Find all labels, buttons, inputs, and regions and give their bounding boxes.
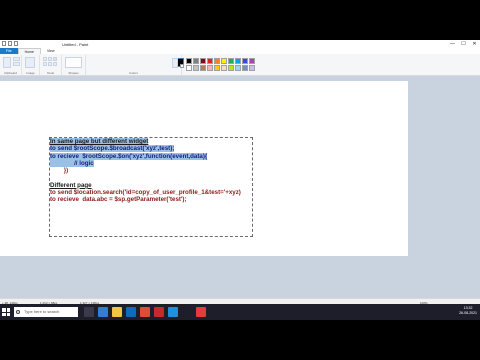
text-line: to send $rootScope.$broadcast('xyz',test…: [50, 145, 241, 153]
palette-swatch[interactable]: [200, 58, 206, 64]
magnifier-icon[interactable]: [53, 62, 57, 66]
palette-swatch[interactable]: [242, 58, 248, 64]
edge-icon[interactable]: [98, 307, 108, 317]
search-placeholder: Type here to search: [24, 309, 60, 314]
mail-icon[interactable]: [168, 307, 178, 317]
palette-swatch[interactable]: [235, 65, 241, 71]
maximize-button[interactable]: ☐: [458, 40, 469, 48]
text-line-content: }): [50, 167, 69, 175]
palette-swatch[interactable]: [207, 65, 213, 71]
window-controls: — ☐ ✕: [447, 40, 480, 48]
clock[interactable]: 13:32 26-08-2021: [459, 306, 477, 316]
title-bar: Untitled - Paint — ☐ ✕: [0, 40, 480, 48]
image-group: Image: [22, 55, 40, 75]
color-picker-icon[interactable]: [48, 62, 52, 66]
text-line-content: Different page: [50, 181, 92, 189]
window-title: Untitled - Paint: [62, 41, 89, 47]
text-line: Different page: [50, 182, 241, 189]
close-button[interactable]: ✕: [469, 40, 480, 48]
copy-button[interactable]: [13, 62, 20, 66]
tools-group: Tools: [40, 55, 62, 75]
text-line: In same page but different widget: [50, 138, 241, 145]
taskbar-search[interactable]: Type here to search: [14, 307, 78, 317]
chrome-icon[interactable]: [140, 307, 150, 317]
color-2-swatch[interactable]: [180, 64, 184, 68]
text-line: to recieve data.abc = $sp.getParameter('…: [50, 196, 241, 203]
text-line: to recieve $rootScope.$on('xyz',function…: [50, 152, 241, 160]
screen: Untitled - Paint — ☐ ✕ File Home View Cl…: [0, 40, 480, 320]
text-line-content: to send $location.search('id=copy_of_use…: [50, 189, 241, 197]
drawing-canvas[interactable]: In same page but different widget to send…: [0, 81, 408, 256]
text-line: }): [50, 167, 241, 174]
text-line-content: to send $rootScope.$broadcast('xyz',test…: [50, 145, 175, 153]
windows-start-icon[interactable]: [2, 308, 10, 316]
palette-swatch[interactable]: [207, 58, 213, 64]
text-line: to send $location.search('id=copy_of_use…: [50, 189, 241, 196]
minimize-button[interactable]: —: [447, 40, 458, 48]
text-icon[interactable]: [53, 57, 57, 61]
text-line: // logic: [50, 159, 241, 167]
palette-swatch[interactable]: [186, 58, 192, 64]
palette-swatch[interactable]: [193, 65, 199, 71]
palette-swatch[interactable]: [221, 58, 227, 64]
clipboard-label: Clipboard: [4, 71, 17, 75]
save-icon[interactable]: [2, 41, 6, 46]
text-line-content: to recieve data.abc = $sp.getParameter('…: [50, 196, 187, 204]
colors-group: Colors: [86, 55, 255, 75]
tools-label: Tools: [46, 71, 54, 75]
palette-swatch[interactable]: [193, 58, 199, 64]
taskbar: Type here to search 13:32 26-08-2021: [0, 304, 480, 320]
clock-date: 26-08-2021: [459, 311, 477, 315]
palette-swatch[interactable]: [214, 65, 220, 71]
store-icon[interactable]: [126, 307, 136, 317]
palette-swatch[interactable]: [228, 65, 234, 71]
cut-button[interactable]: [13, 57, 20, 61]
palette-swatch[interactable]: [221, 65, 227, 71]
shapes-gallery[interactable]: [65, 57, 82, 68]
paste-button[interactable]: [3, 57, 11, 68]
image-label: Image: [26, 71, 35, 75]
clipboard-group: Clipboard: [0, 55, 22, 75]
palette-swatch[interactable]: [200, 65, 206, 71]
shapes-group: Shapes: [62, 55, 86, 75]
quick-access-toolbar: [2, 41, 18, 46]
color-palette: [186, 58, 255, 71]
text-line-content: // logic: [50, 159, 94, 167]
palette-swatch[interactable]: [249, 65, 255, 71]
palette-swatch[interactable]: [186, 65, 192, 71]
colors-label: Colors: [129, 71, 138, 75]
app-icon[interactable]: [154, 307, 164, 317]
undo-icon[interactable]: [8, 41, 12, 46]
select-button[interactable]: [25, 57, 35, 68]
redo-icon[interactable]: [14, 41, 18, 46]
text-line-content: In same page but different widget: [50, 138, 149, 145]
text-content: In same page but different widget to send…: [50, 138, 241, 204]
palette-swatch[interactable]: [214, 58, 220, 64]
eraser-icon[interactable]: [43, 62, 47, 66]
pencil-icon[interactable]: [43, 57, 47, 61]
paint-taskbar-icon[interactable]: [196, 307, 206, 317]
text-line: [50, 174, 241, 181]
fill-icon[interactable]: [48, 57, 52, 61]
palette-swatch[interactable]: [235, 58, 241, 64]
edit-colors-button[interactable]: [172, 58, 178, 68]
shapes-label: Shapes: [68, 71, 79, 75]
palette-swatch[interactable]: [242, 65, 248, 71]
palette-swatch[interactable]: [249, 58, 255, 64]
task-view-icon[interactable]: [84, 307, 94, 317]
palette-swatch[interactable]: [228, 58, 234, 64]
text-line-content: to recieve $rootScope.$on('xyz',function…: [50, 152, 208, 160]
file-explorer-icon[interactable]: [112, 307, 122, 317]
ribbon: Clipboard Image Tools Shapes Colors: [0, 54, 480, 76]
search-icon: [16, 309, 20, 314]
